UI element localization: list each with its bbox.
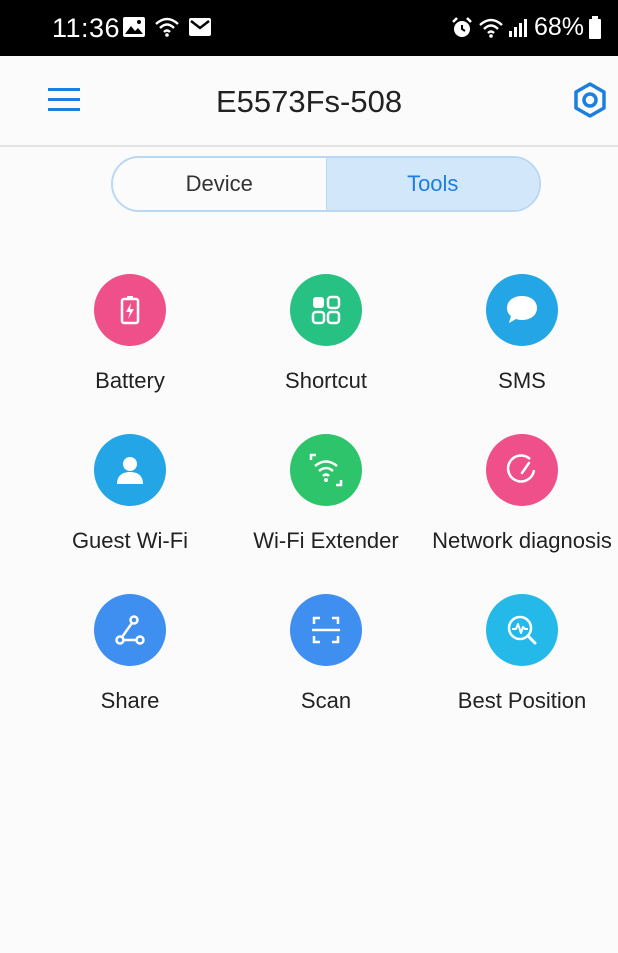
- share-icon: [115, 615, 145, 645]
- tool-share[interactable]: Share: [30, 594, 230, 714]
- battery-tool-icon: [94, 274, 166, 346]
- tool-best-position[interactable]: Best Position: [422, 594, 618, 714]
- share-tool-icon: [94, 594, 166, 666]
- gear-icon: [574, 82, 606, 118]
- battery-percent: 68%: [533, 13, 584, 41]
- guest-user-icon: [117, 457, 143, 484]
- signal-search-icon: [507, 615, 537, 645]
- alarm-icon: [452, 16, 472, 37]
- status-time: 11:36: [52, 13, 121, 43]
- sms-tool-icon: [486, 274, 558, 346]
- tool-label: Share: [100, 688, 160, 713]
- tool-label: Scan: [300, 688, 352, 713]
- battery-icon: [120, 296, 140, 325]
- status-notification-icons: [122, 16, 212, 38]
- tab-tools[interactable]: Tools: [325, 158, 539, 210]
- mail-icon: [189, 18, 211, 36]
- app-header: E5573Fs-508: [0, 56, 618, 147]
- wifi-status-icon: [155, 17, 179, 37]
- tool-label: Best Position: [457, 688, 587, 713]
- device-tools-switch: Device Tools: [111, 156, 541, 212]
- tool-scan[interactable]: Scan: [226, 594, 426, 714]
- tool-battery[interactable]: Battery: [30, 274, 230, 394]
- wifi-signal-icon: [479, 18, 503, 38]
- status-bar: 11:36 68%: [0, 0, 618, 56]
- network-diagnosis-tool-icon: [486, 434, 558, 506]
- status-right-icons: 68%: [450, 13, 602, 42]
- wifi-extender-icon: [309, 453, 343, 487]
- tool-sms[interactable]: SMS: [422, 274, 618, 394]
- diagnosis-gauge-icon: [506, 454, 536, 483]
- tool-label: Guest Wi-Fi: [71, 528, 189, 553]
- shortcut-tool-icon: [290, 274, 362, 346]
- page-title: E5573Fs-508: [215, 84, 403, 119]
- tool-shortcut[interactable]: Shortcut: [226, 274, 426, 394]
- tool-wifi-extender[interactable]: Wi-Fi Extender: [226, 434, 426, 554]
- guest-wifi-tool-icon: [94, 434, 166, 506]
- chat-bubble-icon: [507, 296, 537, 323]
- battery-icon: [589, 15, 601, 39]
- tool-network-diagnosis[interactable]: Network diagnosis: [422, 434, 618, 554]
- cellular-signal-icon: [508, 18, 527, 37]
- wifi-extender-tool-icon: [290, 434, 362, 506]
- scan-tool-icon: [290, 594, 362, 666]
- tool-label: Wi-Fi Extender: [253, 528, 399, 553]
- scan-icon: [312, 616, 340, 644]
- tool-guest-wifi[interactable]: Guest Wi-Fi: [30, 434, 230, 554]
- tool-label: Battery: [95, 368, 165, 393]
- settings-button[interactable]: [572, 82, 608, 118]
- tool-label: Shortcut: [285, 368, 367, 393]
- tab-device[interactable]: Device: [113, 158, 326, 210]
- tool-label: Network diagnosis: [432, 528, 612, 553]
- shortcut-grid-icon: [311, 295, 341, 325]
- tool-label: SMS: [498, 368, 546, 393]
- best-position-tool-icon: [486, 594, 558, 666]
- gallery-icon: [123, 17, 145, 37]
